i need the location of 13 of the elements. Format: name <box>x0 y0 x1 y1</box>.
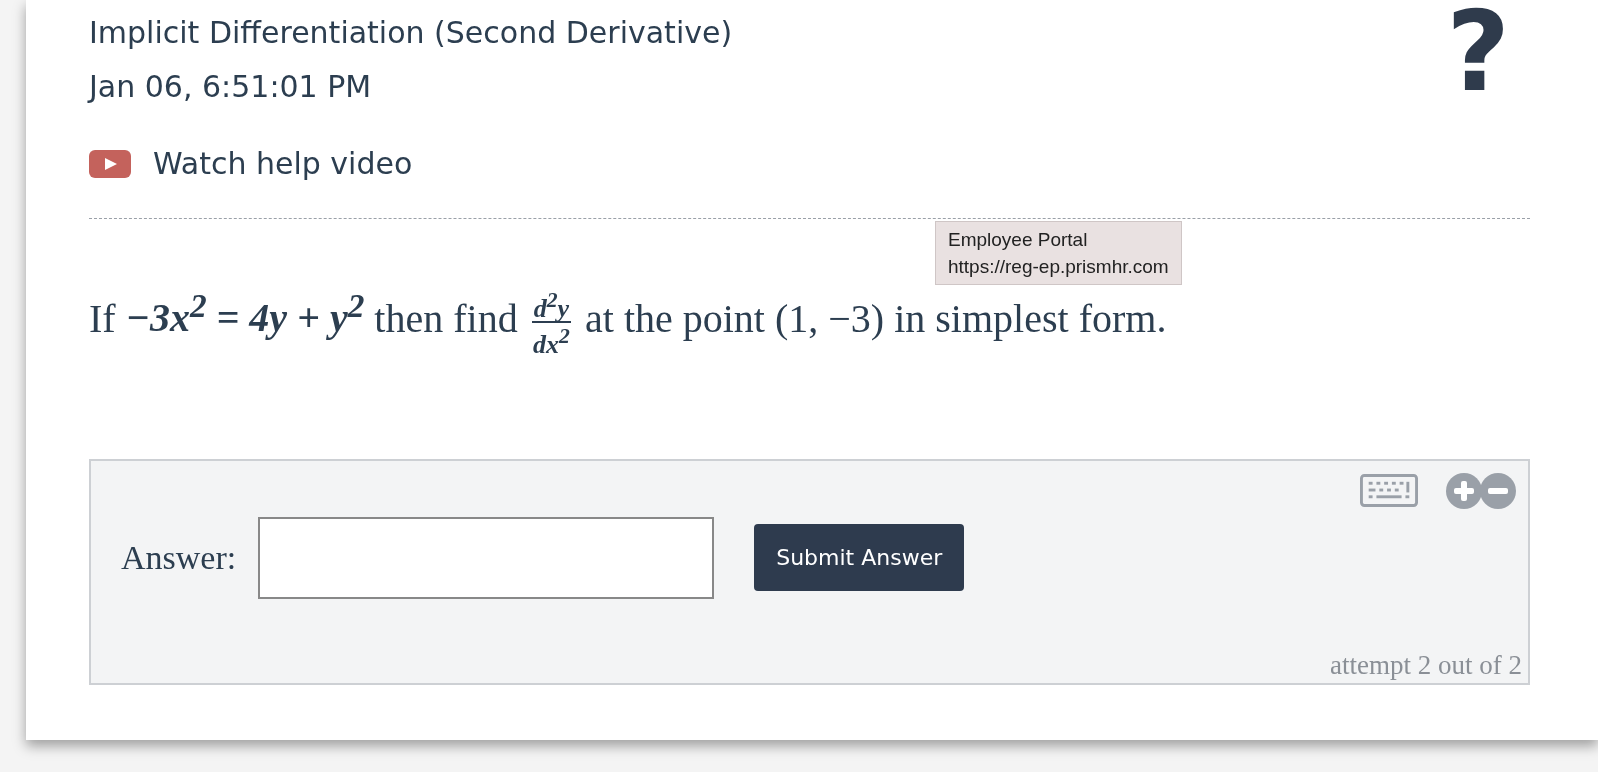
attempt-counter: attempt 2 out of 2 <box>1330 649 1523 682</box>
timestamp: Jan 06, 6:51:01 PM <box>89 68 373 106</box>
link-tooltip: Employee Portal https://reg-ep.prismhr.com <box>935 220 1182 285</box>
zoom-out-icon[interactable] <box>1480 472 1516 509</box>
help-video-link[interactable]: Watch help video <box>89 146 413 181</box>
zoom-in-icon[interactable] <box>1446 472 1482 509</box>
submit-answer-button[interactable]: Submit Answer <box>754 524 965 591</box>
video-play-icon <box>89 149 131 178</box>
help-mark[interactable]: ? <box>1446 0 1510 104</box>
assignment-title: Implicit Differentiation (Second Derivative) <box>89 14 733 52</box>
answer-field[interactable] <box>258 516 715 599</box>
keyboard-icon[interactable] <box>1360 474 1418 507</box>
answer-label: Answer: <box>121 538 237 577</box>
